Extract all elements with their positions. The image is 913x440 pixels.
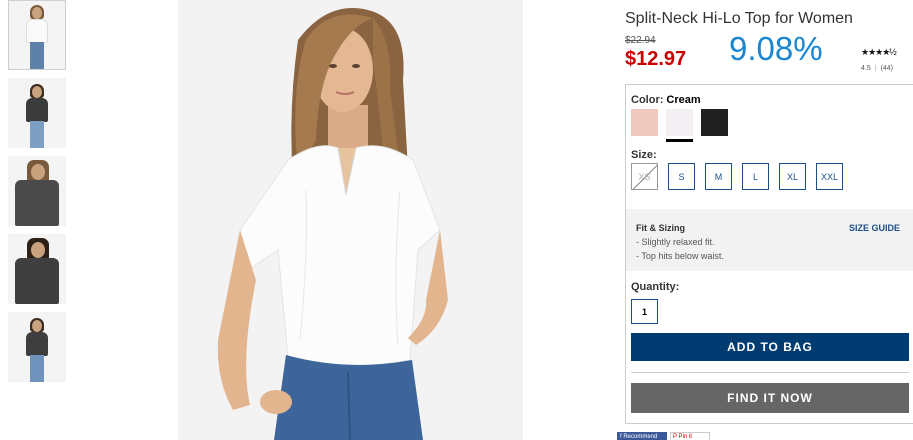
thumbnail-5[interactable] bbox=[8, 312, 66, 382]
thumbnail-1[interactable] bbox=[8, 0, 66, 70]
unavailable-slash bbox=[632, 164, 657, 189]
selected-color: Cream bbox=[666, 94, 701, 106]
rating-value: 4.5 bbox=[861, 65, 871, 72]
thumbnail-figure bbox=[24, 318, 50, 382]
discount-percent: 9.08% bbox=[729, 30, 823, 67]
size-guide-link[interactable]: SIZE GUIDE bbox=[849, 223, 900, 233]
color-label-text: Color: bbox=[631, 94, 664, 106]
size-option-label: M bbox=[714, 171, 723, 182]
size-label: Size: bbox=[631, 149, 657, 161]
facebook-recommend-button[interactable]: f Recommend bbox=[617, 432, 667, 440]
product-info: Split-Neck Hi-Lo Top for Women $22.94 $1… bbox=[617, 0, 913, 440]
quantity-input[interactable]: 1 bbox=[631, 299, 658, 324]
size-xs-button[interactable]: XS bbox=[631, 163, 658, 190]
add-to-bag-button[interactable]: ADD TO BAG bbox=[631, 333, 909, 361]
product-title: Split-Neck Hi-Lo Top for Women bbox=[625, 10, 853, 27]
fit-note: - Slightly relaxed fit. bbox=[636, 237, 715, 247]
find-it-now-button[interactable]: FIND IT NOW bbox=[631, 383, 909, 413]
thumbnail-4[interactable] bbox=[8, 234, 66, 304]
social-share: f Recommend P Pin it bbox=[617, 432, 710, 440]
size-s-button[interactable]: S bbox=[668, 163, 695, 190]
size-xxl-button[interactable]: XXL bbox=[816, 163, 843, 190]
size-m-button[interactable]: M bbox=[705, 163, 732, 190]
pinterest-pin-button[interactable]: P Pin it bbox=[670, 432, 710, 440]
size-option-label: S bbox=[678, 171, 685, 182]
fit-title: Fit & Sizing bbox=[636, 223, 685, 233]
product-page: Split-Neck Hi-Lo Top for Women $22.94 $1… bbox=[0, 0, 913, 440]
size-l-button[interactable]: L bbox=[742, 163, 769, 190]
rating-separator: | bbox=[874, 65, 877, 72]
thumbnail-figure bbox=[13, 160, 61, 226]
review-count: (44) bbox=[880, 65, 894, 72]
model-illustration bbox=[178, 0, 523, 440]
color-label: Color: Cream bbox=[631, 94, 701, 106]
fit-sizing-box: Fit & Sizing SIZE GUIDE - Slightly relax… bbox=[626, 209, 913, 271]
original-price: $22.94 bbox=[625, 35, 656, 46]
quantity-label: Quantity: bbox=[631, 281, 680, 293]
swatch-black[interactable] bbox=[701, 109, 728, 136]
rating-summary[interactable]: 4.5 | (44) bbox=[861, 65, 893, 72]
star-rating-icon[interactable]: ★★★★½ bbox=[861, 47, 897, 58]
purchase-panel: Color:Cream Size: XS S M L XL XXL Fit & … bbox=[625, 84, 913, 424]
product-main-image[interactable] bbox=[178, 0, 523, 440]
size-option-label: XL bbox=[786, 171, 798, 182]
size-option-label: L bbox=[752, 171, 758, 182]
fit-note: - Top hits below waist. bbox=[636, 251, 724, 261]
size-option-label: XXL bbox=[820, 171, 838, 182]
swatch-blush[interactable] bbox=[631, 109, 658, 136]
thumbnail-figure bbox=[24, 84, 50, 148]
thumbnail-figure bbox=[24, 5, 50, 69]
swatch-cream[interactable] bbox=[666, 109, 693, 136]
thumbnail-2[interactable] bbox=[8, 78, 66, 148]
thumbnail-figure bbox=[13, 238, 61, 304]
thumbnail-3[interactable] bbox=[8, 156, 66, 226]
divider bbox=[631, 372, 909, 373]
size-xl-button[interactable]: XL bbox=[779, 163, 806, 190]
sale-price: $12.97 bbox=[625, 48, 687, 70]
selected-swatch-indicator bbox=[666, 139, 693, 142]
